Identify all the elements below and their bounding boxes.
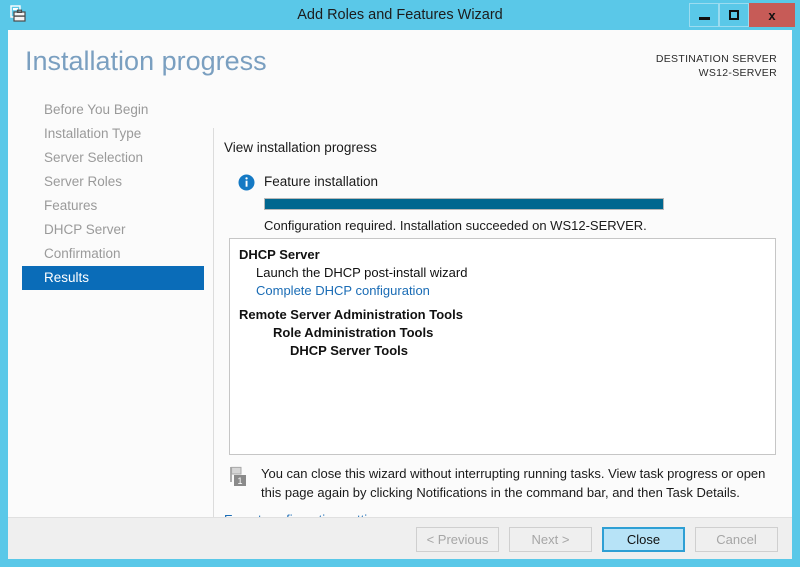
sidebar-item-label: DHCP Server [44,222,126,237]
feature-installation-label: Feature installation [264,174,379,189]
wizard-step-nav: Before You Begin Installation Type Server … [8,98,205,518]
minimize-icon [698,16,710,20]
page-title: Installation progress [25,46,267,76]
wizard-client-area: Installation progress DESTINATION SERVER… [8,30,792,559]
sidebar-item-dhcp-server[interactable]: DHCP Server [8,218,205,242]
footer-button-group: < Previous Next > Close Cancel [416,527,778,552]
minimize-button[interactable] [689,3,719,27]
results-item: Remote Server Administration Tools [239,307,463,322]
maximize-button[interactable] [719,3,749,27]
page-header: Installation progress DESTINATION SERVER… [8,30,792,92]
sidebar-item-label: Confirmation [44,246,121,261]
sidebar-item-label: Features [44,198,98,213]
sidebar-item-before-you-begin[interactable]: Before You Begin [8,98,205,122]
destination-server-block: DESTINATION SERVER WS12-SERVER [656,52,777,80]
info-icon [238,174,255,191]
notification-flag-icon: 1 [229,466,251,490]
sidebar-item-server-selection[interactable]: Server Selection [8,146,205,170]
window-controls: x [689,3,795,27]
sidebar-item-confirmation[interactable]: Confirmation [8,242,205,266]
window-title: Add Roles and Features Wizard [297,7,503,23]
results-list-inner: DHCP Server Launch the DHCP post-install … [230,239,775,360]
results-item: DHCP Server [239,247,320,262]
previous-button: < Previous [416,527,499,552]
maximize-icon [729,10,739,20]
sidebar-item-label: Before You Begin [44,102,149,117]
sidebar-item-label: Installation Type [44,126,142,141]
results-list[interactable]: DHCP Server Launch the DHCP post-install … [229,238,776,455]
close-button[interactable]: x [749,3,795,27]
results-item: Launch the DHCP post-install wizard [256,265,468,280]
notice-text: You can close this wizard without interr… [261,466,766,500]
destination-server-name: WS12-SERVER [698,67,777,79]
results-link[interactable]: Complete DHCP configuration [239,282,775,300]
progress-bar-fill [265,199,663,209]
next-button: Next > [509,527,592,552]
results-item: DHCP Server Tools [290,343,409,358]
main-pane: View installation progress Feature insta… [214,98,792,538]
sidebar-item-features[interactable]: Features [8,194,205,218]
section-heading: View installation progress [224,140,377,155]
cancel-button: Cancel [695,527,778,552]
wizard-footer: < Previous Next > Close Cancel [8,517,792,559]
wizard-window: Add Roles and Features Wizard x Installa… [0,0,800,567]
installation-progress-bar [264,198,664,210]
sidebar-item-label: Results [44,270,90,285]
results-item: Role Administration Tools [273,325,434,340]
title-bar: Add Roles and Features Wizard x [0,0,800,30]
sidebar-item-server-roles[interactable]: Server Roles [8,170,205,194]
notification-badge-count: 1 [237,476,242,486]
progress-status-text: Configuration required. Installation suc… [264,218,647,233]
sidebar-item-label: Server Selection [44,150,144,165]
sidebar-item-label: Server Roles [44,174,123,189]
destination-server-label: DESTINATION SERVER [655,53,777,65]
sidebar-item-installation-type[interactable]: Installation Type [8,122,205,146]
close-button[interactable]: Close [602,527,685,552]
sidebar-item-results[interactable]: Results [22,266,204,290]
